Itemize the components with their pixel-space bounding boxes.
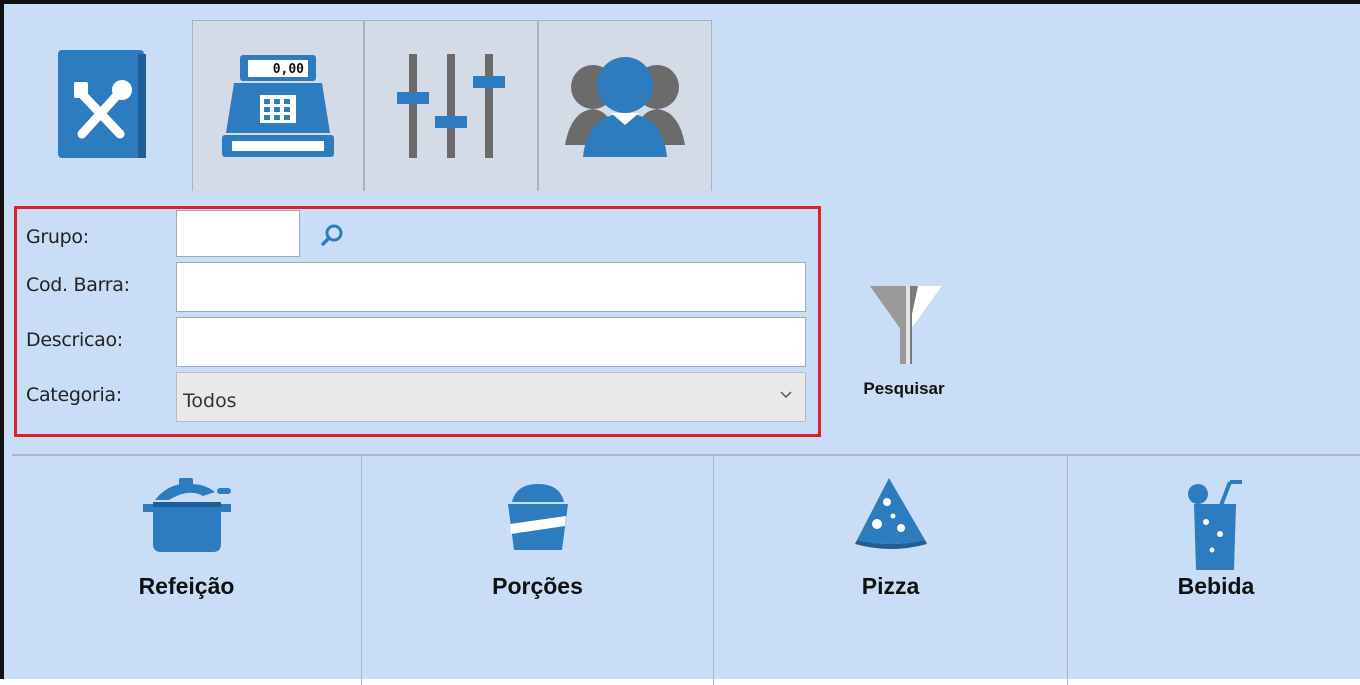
pot-icon <box>142 478 231 552</box>
grupo-input[interactable] <box>176 210 300 257</box>
categoria-select[interactable]: Todos <box>176 372 806 422</box>
descricao-label: Descricao: <box>26 329 123 351</box>
category-label: Bebida <box>1177 573 1255 599</box>
chevron-down-icon <box>780 391 792 399</box>
cod-barra-input[interactable] <box>176 262 806 312</box>
category-bebida[interactable]: Bebida <box>1068 456 1360 685</box>
grupo-label: Grupo: <box>26 226 89 248</box>
app-window: 0,00 Grupo: Cod. Barra: Descricao: Categ… <box>0 0 1360 685</box>
cod-barra-label: Cod. Barra: <box>26 274 130 296</box>
category-label: Porções <box>492 573 583 599</box>
filter-icon <box>870 286 942 364</box>
categoria-selected-value: Todos <box>183 390 237 412</box>
users-icon <box>565 57 685 157</box>
pesquisar-button[interactable]: Pesquisar <box>844 284 964 414</box>
category-label: Pizza <box>861 573 920 599</box>
settings-sliders-icon <box>397 54 505 158</box>
category-porcoes[interactable]: Porções <box>362 456 714 685</box>
tab-users[interactable] <box>538 20 712 191</box>
search-icon[interactable] <box>320 223 344 247</box>
drink-glass-icon <box>1188 480 1242 570</box>
tab-settings[interactable] <box>364 20 538 191</box>
register-display: 0,00 <box>273 62 304 77</box>
descricao-input[interactable] <box>176 317 806 367</box>
cash-register-icon: 0,00 <box>222 55 334 157</box>
category-bar: Refeição Porções Pizza Bebida <box>12 454 1360 685</box>
category-refeicao[interactable]: Refeição <box>12 456 362 685</box>
pesquisar-label: Pesquisar <box>863 379 945 398</box>
category-pizza[interactable]: Pizza <box>714 456 1068 685</box>
category-label: Refeição <box>138 573 235 599</box>
pizza-slice-icon <box>854 478 927 549</box>
categoria-label: Categoria: <box>26 384 122 406</box>
tab-cash-register[interactable]: 0,00 <box>192 20 364 191</box>
food-bowl-icon <box>507 484 568 550</box>
menu-book-icon <box>58 49 146 158</box>
tab-menu[interactable] <box>12 16 192 191</box>
